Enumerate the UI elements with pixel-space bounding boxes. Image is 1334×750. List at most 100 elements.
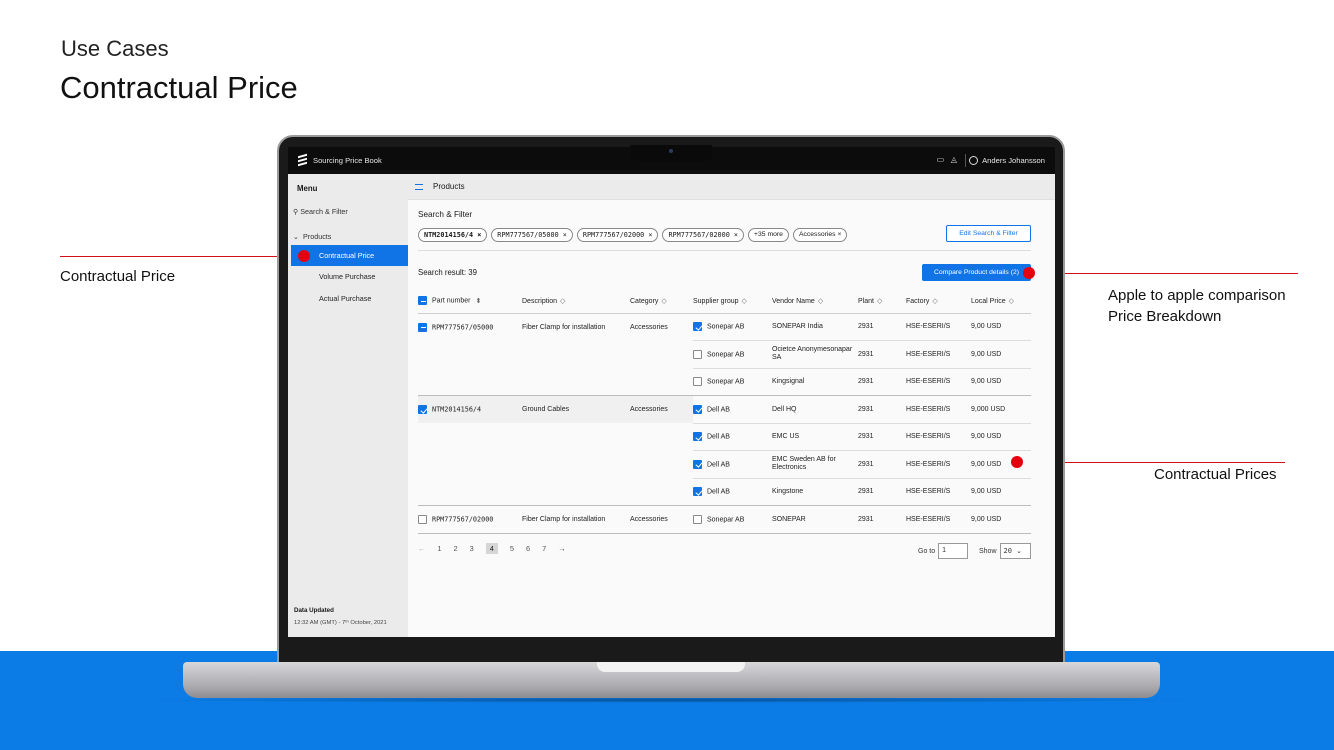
- divider: [418, 250, 1031, 251]
- user-menu[interactable]: Anders Johansson: [969, 156, 1045, 165]
- plant: 2931: [858, 423, 906, 451]
- factory: HSE-ESERI/S: [906, 505, 971, 534]
- description: Fiber Clamp for installation: [522, 323, 606, 331]
- page-title: Products: [433, 182, 465, 191]
- annotation-right-top-line1: Apple to apple comparison: [1108, 287, 1286, 304]
- supplier-checkbox[interactable]: [693, 349, 702, 359]
- supplier-checkbox[interactable]: [693, 459, 702, 469]
- page-link-current[interactable]: 4: [485, 543, 498, 554]
- table-header-row: Part number ⬍ Description ◇ Category ◇ Sup…: [418, 289, 1031, 314]
- supplier-checkbox[interactable]: [693, 377, 702, 387]
- annotation-right-top: Apple to apple comparison Price Breakdow…: [1108, 285, 1286, 327]
- page-link[interactable]: 5: [510, 544, 514, 553]
- camera-icon: [669, 149, 673, 153]
- supplier-checkbox[interactable]: [693, 487, 702, 497]
- supplier-checkbox[interactable]: [693, 514, 702, 524]
- annotation-dot-sidebar: [298, 250, 310, 262]
- filter-chip[interactable]: RPM777567/05000 ×: [491, 228, 573, 242]
- row-checkbox[interactable]: [418, 514, 427, 524]
- annotation-dot-prices: [1011, 456, 1023, 468]
- supplier-group: Dell AB: [707, 461, 730, 469]
- page-link[interactable]: 2: [454, 544, 458, 553]
- page-link[interactable]: 1: [437, 544, 441, 553]
- factory: HSE-ESERI/S: [906, 368, 971, 396]
- filter-chip[interactable]: RPM777567/02000 ×: [662, 228, 745, 242]
- part-number: RPM777567/05000: [432, 322, 494, 331]
- plant: 2931: [858, 368, 906, 396]
- column-header-factory[interactable]: Factory ◇: [906, 289, 971, 314]
- page-link[interactable]: 3: [470, 544, 474, 553]
- column-header-category[interactable]: Category ◇: [630, 289, 693, 314]
- go-to-label: Go to: [918, 547, 936, 555]
- topbar-divider: [965, 154, 966, 167]
- table-row[interactable]: Dell AB EMC US 2931 HSE-ESERI/S 9,00 USD: [418, 423, 1031, 451]
- supplier-checkbox[interactable]: [693, 404, 702, 414]
- filter-chip[interactable]: Accessories ×: [792, 228, 848, 242]
- table-row[interactable]: Sonepar AB Ocietce Anonymesonapar SA 293…: [418, 340, 1031, 369]
- sidebar-item-actual-purchase[interactable]: Actual Purchase: [291, 288, 408, 309]
- filter-chip-more[interactable]: +35 more: [748, 228, 789, 242]
- factory: HSE-ESERI/S: [906, 340, 971, 369]
- go-to-input[interactable]: 1: [938, 543, 969, 559]
- row-checkbox[interactable]: [418, 322, 427, 332]
- topbar-icons: ▭ ◬: [937, 155, 957, 164]
- factory: HSE-ESERI/S: [906, 395, 971, 424]
- column-header-plant[interactable]: Plant ◇: [858, 289, 906, 314]
- supplier-group: Sonepar AB: [707, 351, 745, 359]
- next-page-arrow-icon[interactable]: →: [558, 544, 565, 553]
- factory: HSE-ESERI/S: [906, 423, 971, 451]
- prev-page-arrow-icon[interactable]: ←: [418, 544, 425, 553]
- main-content: Search & Filter NTM2014156/4 × RPM777567…: [408, 200, 1055, 637]
- local-price: 9,00 USD: [971, 368, 1031, 396]
- table-row[interactable]: NTM2014156/4 Ground Cables Accessories D…: [418, 395, 1031, 424]
- sidebar-products-group[interactable]: ⌄ Products: [293, 232, 331, 241]
- filter-chip[interactable]: NTM2014156/4 ×: [418, 228, 488, 242]
- supplier-checkbox[interactable]: [693, 432, 702, 442]
- plant: 2931: [858, 478, 906, 506]
- app-title: Sourcing Price Book: [313, 156, 382, 165]
- app-screen: Sourcing Price Book ▭ ◬ Anders Johansson…: [288, 147, 1055, 637]
- supplier-group: Dell AB: [707, 406, 730, 414]
- sidebar-item-volume-purchase[interactable]: Volume Purchase: [291, 266, 408, 287]
- edit-search-filter-button[interactable]: Edit Search & Filter: [946, 225, 1031, 242]
- sidebar-products-label: Products: [303, 232, 332, 241]
- sidebar-search-filter[interactable]: ⚲ Search & Filter: [293, 207, 348, 216]
- column-header-part-number[interactable]: Part number ⬍: [418, 289, 522, 314]
- page-size-select[interactable]: 20 ⌄: [999, 543, 1031, 559]
- supplier-group: Sonepar AB: [707, 323, 745, 331]
- bell-icon[interactable]: ◬: [951, 155, 957, 164]
- column-header-local-price[interactable]: Local Price ◇: [971, 289, 1031, 314]
- table-row[interactable]: Sonepar AB Kingsignal 2931 HSE-ESERI/S 9…: [418, 368, 1031, 396]
- plant: 2931: [858, 313, 906, 341]
- chevron-down-icon: ⌄: [293, 232, 300, 241]
- supplier-group: Dell AB: [707, 433, 730, 441]
- table-row[interactable]: Dell AB Kingstone 2931 HSE-ESERI/S 9,00 …: [418, 478, 1031, 506]
- filter-chip[interactable]: RPM777567/02000 ×: [576, 228, 659, 242]
- category: Accessories: [630, 395, 693, 423]
- local-price: 9,00 USD: [971, 340, 1031, 369]
- select-all-checkbox[interactable]: [418, 296, 427, 306]
- table-row[interactable]: Dell AB EMC Sweden AB for Electronics 29…: [418, 450, 1031, 479]
- vendor-name: Kingstone: [772, 478, 858, 506]
- search-result-count: Search result: 39: [418, 268, 477, 277]
- sidebar: Menu ⚲ Search & Filter ⌄ Products Contra…: [288, 174, 408, 637]
- chevron-down-icon: ⌄: [1016, 547, 1023, 555]
- row-checkbox[interactable]: [418, 405, 427, 414]
- menu-icon[interactable]: [415, 184, 423, 190]
- column-header-description[interactable]: Description ◇: [522, 289, 630, 314]
- page-link[interactable]: 6: [526, 544, 530, 553]
- column-header-supplier-group[interactable]: Supplier group ◇: [693, 289, 772, 314]
- factory: HSE-ESERI/S: [906, 450, 971, 479]
- data-updated-value: 12:32 AM (GMT) - 7ᵗʰ October, 2021: [294, 620, 387, 626]
- go-to-page: Go to 1: [918, 543, 969, 559]
- slide-subtitle: Use Cases: [61, 36, 169, 61]
- page-size: Show 20 ⌄: [979, 543, 1031, 559]
- chat-icon[interactable]: ▭: [937, 155, 945, 164]
- data-updated-label: Data Updated: [294, 607, 334, 614]
- compare-product-details-button[interactable]: Compare Product details (2): [922, 264, 1031, 281]
- table-row[interactable]: RPM777567/05000 Fiber Clamp for installa…: [418, 313, 1031, 341]
- column-header-vendor-name[interactable]: Vendor Name ◇: [772, 289, 858, 314]
- supplier-checkbox[interactable]: [693, 322, 702, 332]
- table-row[interactable]: RPM777567/02000 Fiber Clamp for installa…: [418, 505, 1031, 534]
- page-link[interactable]: 7: [542, 544, 546, 553]
